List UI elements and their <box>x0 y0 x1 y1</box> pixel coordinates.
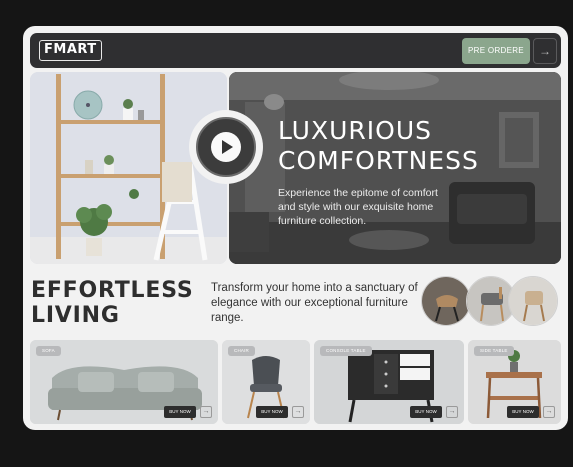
buy-now-button[interactable]: BUY NOW <box>507 406 539 418</box>
preview-chair-image-1[interactable] <box>421 276 471 326</box>
play-icon <box>211 132 241 162</box>
buy-arrow-button[interactable]: → <box>446 406 458 418</box>
hero-title: LUXURIOUS COMFORTNESS <box>278 116 479 175</box>
product-tag: CHAIR <box>228 346 256 356</box>
video-play-button[interactable] <box>196 117 256 177</box>
product-card-console-table[interactable]: CONSOLE TABLE BUY NOW → <box>314 340 464 424</box>
preview-chair-image-3[interactable] <box>508 276 558 326</box>
buy-now-button[interactable]: BUY NOW <box>256 406 288 418</box>
product-tag: CONSOLE TABLE <box>320 346 372 356</box>
section-title: EFFORTLESS LIVING <box>31 278 194 328</box>
buy-arrow-button[interactable]: → <box>200 406 212 418</box>
buy-arrow-button[interactable]: → <box>543 406 555 418</box>
preorder-arrow-button[interactable]: → <box>533 38 557 64</box>
preorder-button[interactable]: PRE ORDERE <box>462 38 530 64</box>
product-card-chair[interactable]: CHAIR BUY NOW → <box>222 340 310 424</box>
product-card-side-table[interactable]: SIDE TABLE BUY NOW → <box>468 340 561 424</box>
product-card-sofa[interactable]: SOFA BUY NOW → <box>30 340 218 424</box>
buy-now-button[interactable]: BUY NOW <box>410 406 442 418</box>
buy-now-button[interactable]: BUY NOW <box>164 406 196 418</box>
hero-subtitle: Experience the epitome of comfort and st… <box>278 187 438 227</box>
top-nav-bar: FMART PRE ORDERE → <box>30 33 561 68</box>
brand-logo[interactable]: FMART <box>39 40 102 61</box>
buy-arrow-button[interactable]: → <box>292 406 304 418</box>
app-frame: FMART PRE ORDERE → LUXURIOUS COMFORTNESS… <box>23 26 568 430</box>
product-tag: SIDE TABLE <box>474 346 514 356</box>
product-tag: SOFA <box>36 346 61 356</box>
section-subtitle: Transform your home into a sanctuary of … <box>211 282 418 324</box>
